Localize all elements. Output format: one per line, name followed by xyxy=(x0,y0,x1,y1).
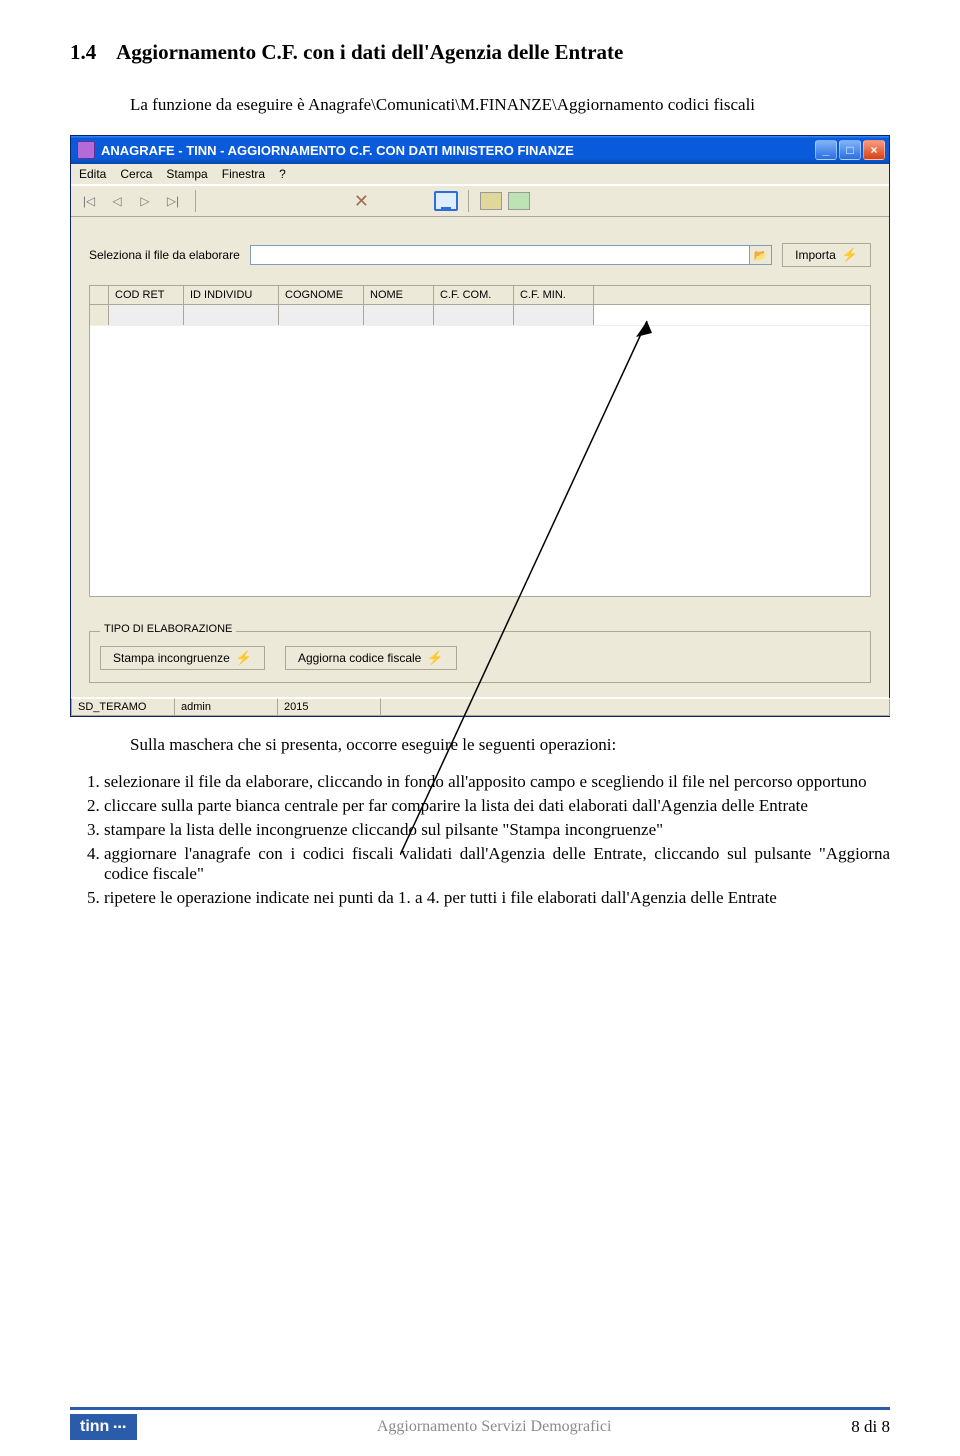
step-2: cliccare sulla parte bianca centrale per… xyxy=(104,796,890,816)
stampa-incongruenze-label: Stampa incongruenze xyxy=(113,651,230,665)
menu-bar: Edita Cerca Stampa Finestra ? xyxy=(71,164,889,185)
operations-intro: Sulla maschera che si presenta, occorre … xyxy=(130,735,890,755)
close-button[interactable]: × xyxy=(863,140,885,160)
menu-cerca[interactable]: Cerca xyxy=(120,167,152,181)
col-cognome[interactable]: COGNOME xyxy=(279,286,364,304)
steps-list: selezionare il file da elaborare, clicca… xyxy=(80,772,890,908)
step-4: aggiornare l'anagrafe con i codici fisca… xyxy=(104,844,890,884)
menu-stampa[interactable]: Stampa xyxy=(166,167,207,181)
stampa-incongruenze-button[interactable]: Stampa incongruenze ⚡ xyxy=(100,646,265,670)
nav-prev-icon[interactable]: ◁ xyxy=(105,190,129,212)
maximize-button[interactable]: □ xyxy=(839,140,861,160)
col-id-individu[interactable]: ID INDIVIDU xyxy=(184,286,279,304)
monitor-icon[interactable] xyxy=(434,190,458,212)
section-title: Aggiornamento C.F. con i dati dell'Agenz… xyxy=(116,40,623,64)
status-bar: SD_TERAMO admin 2015 xyxy=(71,697,889,716)
elaboration-group: TIPO DI ELABORAZIONE Stampa incongruenze… xyxy=(89,631,871,683)
file-input[interactable] xyxy=(250,245,750,265)
toolbar: |◁ ◁ ▷ ▷| ✕ xyxy=(71,185,889,217)
group-legend: TIPO DI ELABORAZIONE xyxy=(100,623,236,635)
col-nome[interactable]: NOME xyxy=(364,286,434,304)
grid-header: COD RET ID INDIVIDU COGNOME NOME C.F. CO… xyxy=(90,286,870,305)
intro-path: La funzione da eseguire è Anagrafe\Comun… xyxy=(130,95,890,115)
aggiorna-cf-label: Aggiorna codice fiscale xyxy=(298,651,421,665)
menu-help[interactable]: ? xyxy=(279,167,286,181)
delete-icon[interactable]: ✕ xyxy=(349,190,373,212)
step-3: stampare la lista delle incongruenze cli… xyxy=(104,820,890,840)
step-1: selezionare il file da elaborare, clicca… xyxy=(104,772,890,792)
print-alt-icon[interactable] xyxy=(507,190,531,212)
grid-row-empty[interactable] xyxy=(90,305,870,326)
col-cod-ret[interactable]: COD RET xyxy=(109,286,184,304)
toolbar-separator xyxy=(468,190,469,212)
app-icon xyxy=(77,141,95,159)
footer-brand: tinn xyxy=(80,1418,109,1436)
nav-next-icon[interactable]: ▷ xyxy=(133,190,157,212)
browse-button[interactable]: 📂 xyxy=(750,245,772,265)
minimize-button[interactable]: _ xyxy=(815,140,837,160)
footer-page: 8 di 8 xyxy=(851,1417,890,1437)
section-number: 1.4 xyxy=(70,40,96,64)
bolt-icon: ⚡ xyxy=(842,247,858,263)
data-grid[interactable]: COD RET ID INDIVIDU COGNOME NOME C.F. CO… xyxy=(89,285,871,597)
app-window: ANAGRAFE - TINN - AGGIORNAMENTO C.F. CON… xyxy=(70,135,890,717)
bolt-icon: ⚡ xyxy=(236,650,252,666)
importa-button[interactable]: Importa ⚡ xyxy=(782,243,871,267)
status-year: 2015 xyxy=(277,698,381,716)
importa-label: Importa xyxy=(795,248,836,262)
nav-last-icon[interactable]: ▷| xyxy=(161,190,185,212)
menu-finestra[interactable]: Finestra xyxy=(222,167,265,181)
print-icon[interactable] xyxy=(479,190,503,212)
section-heading: 1.4 Aggiornamento C.F. con i dati dell'A… xyxy=(70,40,890,65)
aggiorna-cf-button[interactable]: Aggiorna codice fiscale ⚡ xyxy=(285,646,457,670)
toolbar-separator xyxy=(195,190,196,212)
col-cf-min[interactable]: C.F. MIN. xyxy=(514,286,594,304)
bolt-icon: ⚡ xyxy=(427,650,443,666)
footer-center: Aggiornamento Servizi Demografici xyxy=(137,1418,851,1436)
step-5: ripetere le operazione indicate nei punt… xyxy=(104,888,890,908)
footer-logo: tinn ▪▪▪ xyxy=(70,1414,137,1440)
file-label: Seleziona il file da elaborare xyxy=(89,248,240,262)
window-title: ANAGRAFE - TINN - AGGIORNAMENTO C.F. CON… xyxy=(101,143,815,158)
page-footer: tinn ▪▪▪ Aggiornamento Servizi Demografi… xyxy=(0,1407,960,1440)
nav-first-icon[interactable]: |◁ xyxy=(77,190,101,212)
col-cf-com[interactable]: C.F. COM. xyxy=(434,286,514,304)
menu-edita[interactable]: Edita xyxy=(79,167,106,181)
status-spacer xyxy=(380,698,890,716)
title-bar: ANAGRAFE - TINN - AGGIORNAMENTO C.F. CON… xyxy=(71,136,889,164)
status-user: admin xyxy=(174,698,278,716)
status-db: SD_TERAMO xyxy=(71,698,175,716)
